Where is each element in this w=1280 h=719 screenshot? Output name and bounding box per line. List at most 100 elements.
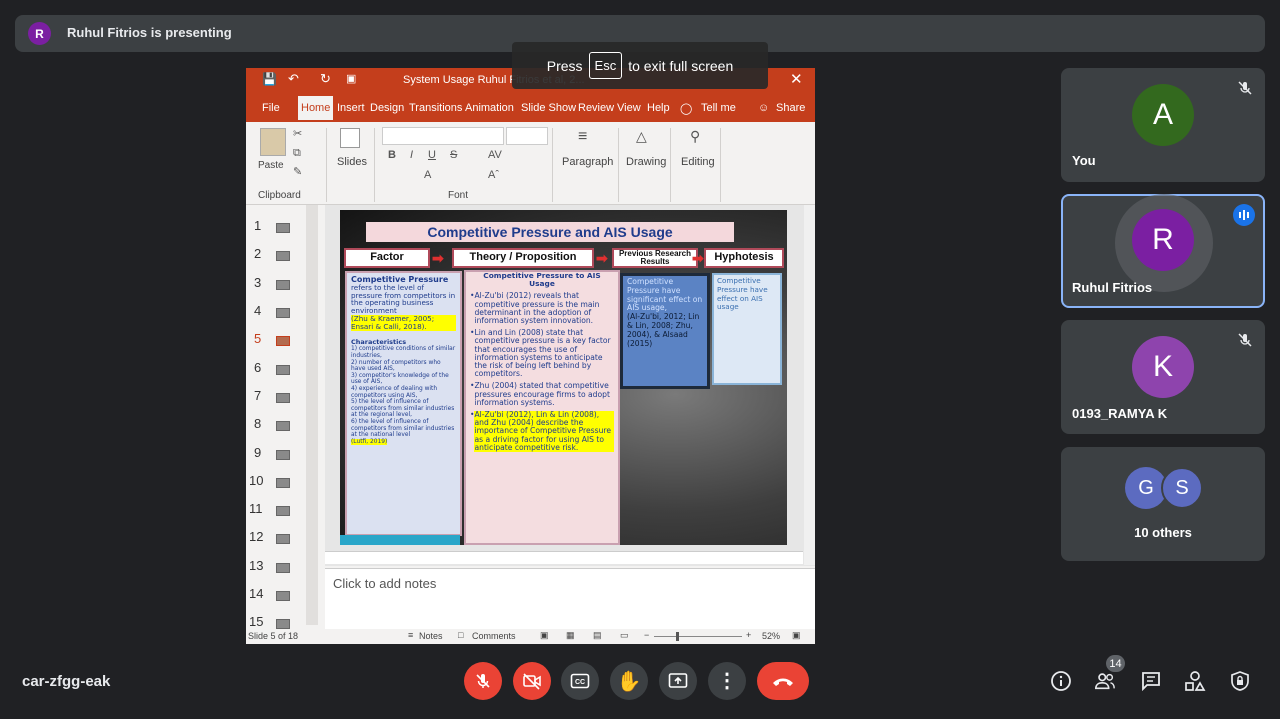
thumb-slide[interactable] xyxy=(276,421,290,431)
mic-toggle-button[interactable] xyxy=(464,662,502,700)
tell-me-box[interactable]: Tell me xyxy=(701,102,736,114)
char-spacing-icon[interactable]: AV xyxy=(488,149,502,161)
font-color-icon[interactable]: A xyxy=(424,169,431,181)
tab-view[interactable]: View xyxy=(617,102,641,114)
font-size-box[interactable] xyxy=(506,127,548,145)
host-controls-button[interactable] xyxy=(1229,670,1251,692)
copy-icon[interactable]: ⧉ xyxy=(293,147,301,160)
tab-animation[interactable]: Animation xyxy=(465,102,514,114)
slideshow-icon[interactable]: ▭ xyxy=(620,630,629,641)
present-icon[interactable]: ▣ xyxy=(346,72,356,85)
thumb-number[interactable]: 1 xyxy=(254,218,261,233)
thumb-slide[interactable] xyxy=(276,251,290,261)
drawing-label[interactable]: Drawing xyxy=(626,156,666,168)
paragraph-icon[interactable]: ≡ xyxy=(578,128,587,146)
activities-button[interactable] xyxy=(1184,670,1206,692)
tab-slide-show[interactable]: Slide Show xyxy=(521,102,576,114)
thumb-slide[interactable] xyxy=(276,478,290,488)
slides-icon[interactable] xyxy=(340,128,360,148)
thumb-number[interactable]: 7 xyxy=(254,388,261,403)
thumb-scrollbar[interactable] xyxy=(306,205,318,625)
thumb-number[interactable]: 14 xyxy=(249,586,263,601)
thumb-slide[interactable] xyxy=(276,534,290,544)
thumb-number-selected[interactable]: 5 xyxy=(254,331,261,346)
participant-tile-ruhul[interactable]: R Ruhul Fitrios xyxy=(1061,194,1265,308)
chat-button[interactable] xyxy=(1140,670,1162,692)
grow-font-icon[interactable]: Aˆ xyxy=(488,169,499,181)
zoom-in-icon[interactable]: + xyxy=(746,630,751,640)
thumb-slide[interactable] xyxy=(276,365,290,375)
camera-toggle-button[interactable] xyxy=(513,662,551,700)
save-icon[interactable]: 💾 xyxy=(262,72,277,86)
thumb-number[interactable]: 4 xyxy=(254,303,261,318)
thumb-number[interactable]: 3 xyxy=(254,275,261,290)
zoom-out-icon[interactable]: − xyxy=(644,630,649,640)
more-options-button[interactable]: ⋮ xyxy=(708,662,746,700)
reading-view-icon[interactable]: ▤ xyxy=(593,630,602,641)
present-now-button[interactable] xyxy=(659,662,697,700)
tab-design[interactable]: Design xyxy=(370,102,404,114)
thumb-number[interactable]: 10 xyxy=(249,473,263,488)
thumb-slide[interactable] xyxy=(276,280,290,290)
tab-home[interactable]: Home xyxy=(298,96,334,120)
thumb-number[interactable]: 9 xyxy=(254,445,261,460)
thumb-number[interactable]: 11 xyxy=(249,501,263,516)
tab-transitions[interactable]: Transitions xyxy=(409,102,462,114)
underline-icon[interactable]: U xyxy=(428,149,436,161)
cut-icon[interactable]: ✂ xyxy=(293,127,302,140)
leave-call-button[interactable] xyxy=(757,662,809,700)
paragraph-label[interactable]: Paragraph xyxy=(562,156,613,168)
slide-canvas[interactable]: Competitive Pressure and AIS Usage Facto… xyxy=(340,210,787,545)
thumb-slide[interactable] xyxy=(276,591,290,601)
editing-label[interactable]: Editing xyxy=(681,156,715,168)
search-icon[interactable]: ⚲ xyxy=(690,128,700,145)
tab-insert[interactable]: Insert xyxy=(337,102,365,114)
notes-icon[interactable]: ≡ xyxy=(408,630,413,640)
thumb-slide-selected[interactable] xyxy=(276,336,290,346)
zoom-handle[interactable] xyxy=(676,632,679,641)
close-icon[interactable]: ✕ xyxy=(790,70,803,88)
thumb-number[interactable]: 15 xyxy=(249,614,263,629)
drawing-icon[interactable]: △ xyxy=(636,128,647,145)
format-painter-icon[interactable]: ✎ xyxy=(293,165,302,178)
thumb-number[interactable]: 2 xyxy=(254,246,261,261)
share-button[interactable]: Share xyxy=(776,102,805,114)
edit-scrollbar[interactable] xyxy=(804,205,815,565)
thumb-slide[interactable] xyxy=(276,393,290,403)
participant-tile-you[interactable]: A You xyxy=(1061,68,1265,182)
others-tile[interactable]: G S 10 others xyxy=(1061,447,1265,561)
notes-pane[interactable]: Click to add notes xyxy=(325,568,815,629)
sorter-view-icon[interactable]: ▦ xyxy=(566,630,575,641)
fit-slide-icon[interactable]: ▣ xyxy=(792,630,801,641)
tab-help[interactable]: Help xyxy=(647,102,670,114)
thumb-number[interactable]: 6 xyxy=(254,360,261,375)
thumb-number[interactable]: 13 xyxy=(249,558,263,573)
zoom-level[interactable]: 52% xyxy=(762,631,780,641)
thumb-number[interactable]: 12 xyxy=(249,529,263,544)
tab-review[interactable]: Review xyxy=(578,102,614,114)
slides-label[interactable]: Slides xyxy=(337,156,367,168)
thumb-slide[interactable] xyxy=(276,450,290,460)
paste-icon[interactable] xyxy=(260,128,286,156)
notes-placeholder[interactable]: Click to add notes xyxy=(333,576,436,591)
horizontal-scrollbar[interactable] xyxy=(325,551,803,564)
redo-icon[interactable]: ↻ xyxy=(320,71,331,87)
normal-view-icon[interactable]: ▣ xyxy=(540,630,549,641)
italic-icon[interactable]: I xyxy=(410,149,413,161)
notes-button[interactable]: Notes xyxy=(419,631,443,641)
thumb-slide[interactable] xyxy=(276,619,290,629)
thumb-slide[interactable] xyxy=(276,563,290,573)
zoom-slider[interactable] xyxy=(654,636,742,637)
thumb-slide[interactable] xyxy=(276,308,290,318)
thumb-slide[interactable] xyxy=(276,506,290,516)
meeting-details-button[interactable] xyxy=(1050,670,1072,692)
tab-file[interactable]: File xyxy=(262,102,280,114)
captions-button[interactable]: CC xyxy=(561,662,599,700)
undo-icon[interactable]: ↶ xyxy=(288,71,299,87)
participant-tile-ramya[interactable]: K 0193_RAMYA K xyxy=(1061,320,1265,434)
comments-button[interactable]: Comments xyxy=(472,631,516,641)
strikethrough-icon[interactable]: S xyxy=(450,149,457,161)
bold-icon[interactable]: B xyxy=(388,149,396,161)
comments-icon[interactable]: □ xyxy=(458,630,463,640)
thumb-slide[interactable] xyxy=(276,223,290,233)
